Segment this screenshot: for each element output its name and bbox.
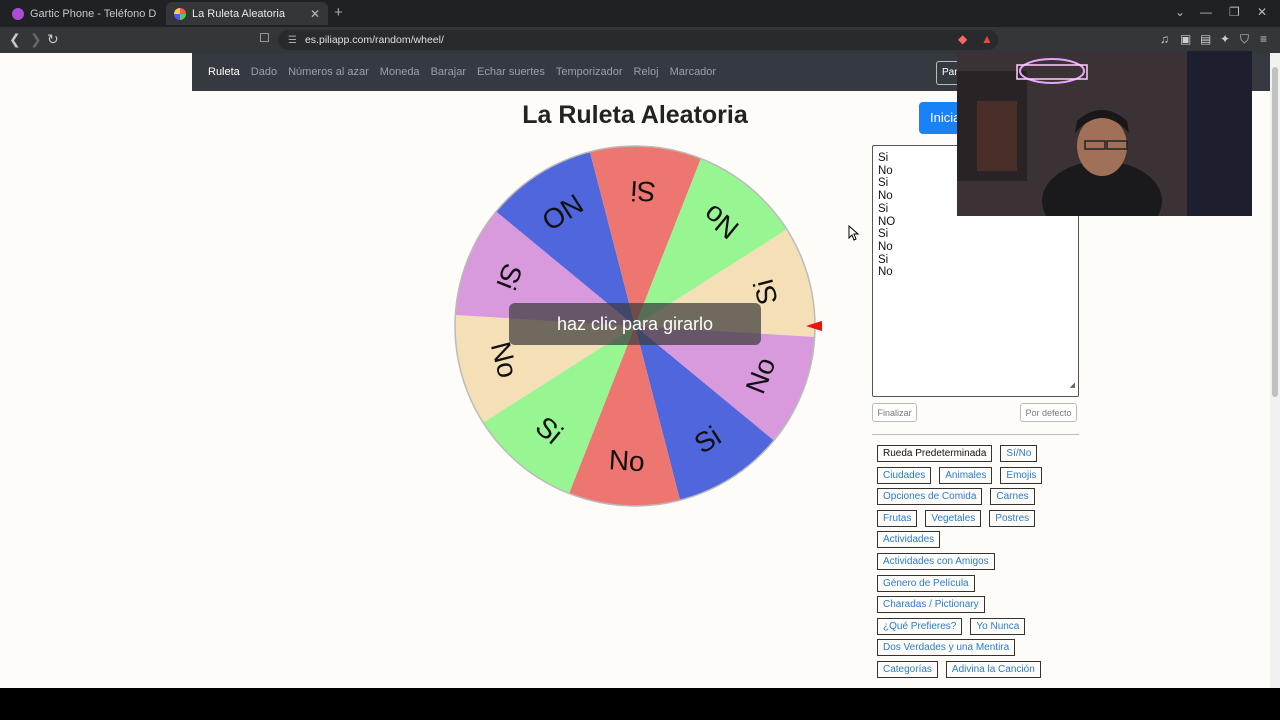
- preset-chip[interactable]: Actividades: [877, 531, 941, 549]
- tab-ruleta[interactable]: La Ruleta Aleatoria ✕: [166, 2, 328, 25]
- close-window-icon[interactable]: ✕: [1257, 5, 1267, 19]
- nav-item-echar-suertes[interactable]: Echar suertes: [477, 66, 545, 78]
- bookmark-icon[interactable]: ☐: [259, 31, 270, 45]
- tab-list-icon[interactable]: ⌄: [1175, 5, 1185, 19]
- address-bar[interactable]: ☰ es.piliapp.com/random/wheel/: [278, 30, 998, 50]
- streamer-video: [957, 51, 1252, 216]
- tab-gartic-phone[interactable]: Gartic Phone - Teléfono Descomp: [4, 2, 164, 25]
- preset-chip[interactable]: Rueda Predeterminada: [877, 445, 993, 462]
- tab-title: Gartic Phone - Teléfono Descomp: [30, 7, 156, 20]
- nav-item-reloj[interactable]: Reloj: [634, 66, 659, 78]
- preset-chip[interactable]: Animales: [939, 466, 993, 484]
- maximize-icon[interactable]: ❐: [1229, 5, 1240, 19]
- minimize-icon[interactable]: —: [1200, 5, 1212, 19]
- wallet-icon[interactable]: ▤: [1200, 32, 1211, 46]
- nav-item-barajar[interactable]: Barajar: [431, 66, 466, 78]
- gartic-favicon-icon: [12, 7, 24, 20]
- site-info-icon[interactable]: ☰: [288, 35, 297, 46]
- url-text: es.piliapp.com/random/wheel/: [304, 34, 444, 46]
- preset-chip[interactable]: Actividades con Amigos: [877, 553, 995, 570]
- option-line: Si: [878, 228, 889, 241]
- piliapp-favicon-icon: [174, 7, 186, 20]
- scrollbar-thumb[interactable]: [1272, 67, 1278, 397]
- default-button[interactable]: Por defecto: [1020, 403, 1077, 422]
- wheel-segment-label: No: [608, 444, 646, 477]
- preset-chip[interactable]: Sí/No: [1000, 445, 1038, 462]
- preset-chip[interactable]: Dos Verdades y una Mentira: [877, 639, 1016, 657]
- preset-chip[interactable]: Charadas / Pictionary: [877, 596, 985, 614]
- back-icon[interactable]: ❮: [9, 31, 21, 48]
- nav-item-moneda[interactable]: Moneda: [380, 66, 420, 78]
- browser-toolbar: ❮ ❯ ↻ ☐ ☰ es.piliapp.com/random/wheel/ ◆…: [0, 27, 1280, 53]
- preset-chip[interactable]: Frutas: [877, 509, 918, 527]
- reload-icon[interactable]: ↻: [47, 31, 59, 48]
- mouse-cursor-icon: [848, 225, 860, 241]
- preset-chip[interactable]: ¿Qué Prefieres?: [877, 617, 963, 635]
- preset-chip[interactable]: Yo Nunca: [970, 617, 1026, 635]
- spin-hint: haz clic para girarlo: [509, 303, 761, 345]
- nav-item-ruleta[interactable]: Ruleta: [208, 66, 240, 78]
- option-line: No: [878, 240, 893, 253]
- preset-chip[interactable]: Carnes: [990, 488, 1035, 506]
- tab-title: La Ruleta Aleatoria: [192, 7, 285, 20]
- forward-icon[interactable]: ❯: [30, 31, 42, 48]
- sidebar-icon[interactable]: ▣: [1180, 32, 1191, 46]
- page-title: La Ruleta Aleatoria: [522, 101, 748, 129]
- finish-button[interactable]: Finalizar: [872, 403, 917, 422]
- media-icon[interactable]: ♫: [1160, 32, 1169, 46]
- nav-item-marcador[interactable]: Marcador: [670, 66, 716, 78]
- option-line: Si: [878, 253, 889, 266]
- resize-handle-icon[interactable]: ◢: [1070, 380, 1075, 393]
- preset-chip[interactable]: Adivina la Canción: [945, 661, 1041, 678]
- close-tab-icon[interactable]: ✕: [310, 7, 320, 21]
- menu-icon[interactable]: ≡: [1260, 32, 1267, 46]
- nav-item-numeros[interactable]: Números al azar: [288, 66, 369, 78]
- browser-tab-strip: Gartic Phone - Teléfono Descomp La Rulet…: [0, 0, 1280, 27]
- webcam-overlay: [957, 51, 1252, 216]
- brave-shield-icon[interactable]: ◆: [958, 32, 967, 46]
- new-tab-icon[interactable]: +: [334, 4, 343, 21]
- preset-chip[interactable]: Opciones de Comida: [877, 488, 983, 506]
- preset-chip[interactable]: Categorías: [877, 661, 938, 678]
- wheel-segment-label: Si: [630, 175, 657, 207]
- option-line: No: [878, 266, 893, 279]
- divider: [872, 434, 1079, 435]
- nav-item-dado[interactable]: Dado: [251, 66, 277, 78]
- preset-chip[interactable]: Postres: [989, 509, 1036, 527]
- vpn-icon[interactable]: ⛉: [1240, 32, 1249, 47]
- preset-chip[interactable]: Emojis: [1000, 466, 1043, 484]
- bottom-bar: [0, 688, 1280, 720]
- preset-chip[interactable]: Vegetales: [925, 509, 982, 527]
- option-line: NO: [878, 215, 896, 228]
- brave-rewards-icon[interactable]: ▲: [981, 32, 993, 46]
- page-scrollbar[interactable]: [1270, 53, 1280, 688]
- leo-ai-icon[interactable]: ✦: [1220, 32, 1230, 46]
- preset-chip[interactable]: Ciudades: [877, 466, 932, 484]
- preset-chip[interactable]: Género de Película: [877, 574, 975, 592]
- nav-item-temporizador[interactable]: Temporizador: [556, 66, 623, 78]
